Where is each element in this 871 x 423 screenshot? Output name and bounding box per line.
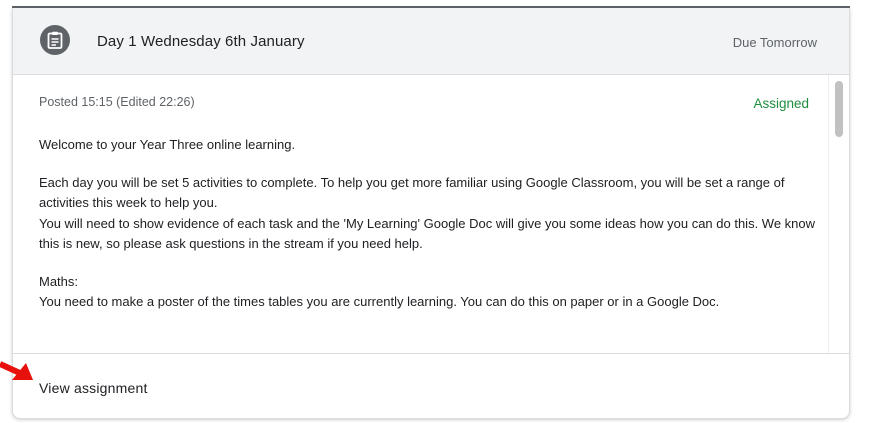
- instruction-line: Each day you will be set 5 activities to…: [39, 174, 785, 211]
- assignment-instructions: Welcome to your Year Three online learni…: [39, 135, 829, 313]
- status-badge: Assigned: [753, 96, 809, 111]
- assignment-title: Day 1 Wednesday 6th January: [97, 33, 305, 50]
- assignment-footer: View assignment: [13, 353, 849, 418]
- scrollbar-thumb[interactable]: [835, 81, 843, 137]
- view-assignment-link[interactable]: View assignment: [39, 380, 148, 396]
- red-arrow-icon: [0, 361, 33, 380]
- scrollbar[interactable]: [828, 75, 849, 353]
- assignment-icon: [40, 25, 70, 55]
- instruction-line: You will need to show evidence of each t…: [39, 215, 816, 252]
- instruction-line: Maths:: [39, 273, 79, 289]
- posted-timestamp: Posted 15:15 (Edited 22:26): [39, 95, 195, 109]
- assignment-body: Posted 15:15 (Edited 22:26) Assigned Wel…: [13, 75, 849, 353]
- instruction-line: Welcome to your Year Three online learni…: [39, 137, 296, 152]
- instruction-line: You need to make a poster of the times t…: [39, 294, 720, 309]
- due-date: Due Tomorrow: [732, 35, 817, 50]
- assignment-header[interactable]: Day 1 Wednesday 6th January Due Tomorrow: [13, 8, 849, 75]
- assignment-card: Day 1 Wednesday 6th January Due Tomorrow…: [12, 8, 850, 419]
